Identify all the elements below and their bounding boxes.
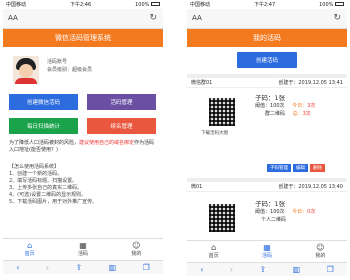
back-icon[interactable]: ‹ <box>16 263 19 272</box>
today-label: 今日： <box>292 103 308 109</box>
qr-card: 微01 创建于：2019.12.05 13:40 子码：1张 阈值：100次 今… <box>187 178 347 240</box>
battery-icon <box>150 1 160 6</box>
qr-name: 微信群01 <box>191 80 213 86</box>
text-size-button[interactable]: AA <box>192 14 202 22</box>
download-qr-link[interactable]: 下载活码大图 <box>201 130 228 136</box>
bottom-tab-bar: ⌂ 首页 ▦ 活码 ☺ 我的 <box>187 240 347 260</box>
domain-notice: 为了降低人口活码被封的风险，建议使用自己的域名绑定作为活码入口地址(能否使用？) <box>9 140 155 153</box>
instructions-title: 【怎么使用活码系统】 <box>9 164 60 170</box>
book-icon[interactable]: ▥ <box>293 265 301 274</box>
tab-qr[interactable]: ▦ 活码 <box>56 239 109 258</box>
member-level-label: 会员级别：超级会员 <box>47 67 93 73</box>
list-item: 5、下载活码图片，用于对外推广宣传。 <box>9 199 98 205</box>
tab-profile[interactable]: ☺ 我的 <box>110 239 163 258</box>
list-item: 1、创建一个新的活码。 <box>9 171 63 177</box>
battery-label: 100% <box>319 1 344 8</box>
tab-home[interactable]: ⌂ 首页 <box>3 239 56 258</box>
share-icon[interactable]: ⇪ <box>75 263 82 272</box>
qr-code-image <box>209 98 235 126</box>
edit-button[interactable]: 编辑 <box>293 164 308 172</box>
tab-home[interactable]: ⌂ 首页 <box>187 241 240 260</box>
page-title: 微信活码管理系统 <box>3 29 163 47</box>
right-phone-screen: 中国移动 下午2:47 100% AA ↻ 我的活码 创建活码 微信群01 创建… <box>187 0 347 280</box>
carrier-label: 中国移动 <box>6 2 27 8</box>
browser-address-bar[interactable]: AA ↻ <box>3 9 163 29</box>
avatar <box>13 56 39 84</box>
daily-stats-button[interactable]: 每日扫描统计 <box>9 118 78 134</box>
create-qr-button[interactable]: 创建活码 <box>237 52 297 68</box>
account-label: 活码账号 <box>47 59 68 65</box>
qr-icon: ▦ <box>79 240 87 250</box>
battery-label: 100% <box>135 1 160 8</box>
today-value: 3次 <box>307 103 316 109</box>
carrier-label: 中国移动 <box>190 2 211 8</box>
status-bar: 中国移动 下午2:46 100% <box>3 0 163 9</box>
qr-code-image <box>209 204 235 232</box>
tab-qr[interactable]: ▦ 活码 <box>240 241 293 260</box>
book-icon[interactable]: ▥ <box>109 263 117 272</box>
back-icon[interactable]: ‹ <box>200 265 203 274</box>
tabs-icon[interactable]: ❐ <box>327 265 334 274</box>
tab-profile[interactable]: ☺ 我的 <box>294 241 347 260</box>
qr-type: 群二维码 <box>265 111 286 117</box>
card-actions: 子码管理 编辑 删除 <box>267 164 325 172</box>
qr-type: 个人二维码 <box>261 217 287 223</box>
delete-button[interactable]: 删除 <box>310 164 325 172</box>
home-icon: ⌂ <box>211 242 217 252</box>
sub-count: 1张 <box>274 94 286 102</box>
qr-name: 微01 <box>191 184 203 190</box>
qr-stats: 子码：1张 阈值：100次 今日：0次 个人二维码 <box>255 200 316 223</box>
time-label: 下午2:46 <box>69 2 92 8</box>
left-phone-screen: 中国移动 下午2:46 100% AA ↻ 微信活码管理系统 活码账号 会员级别… <box>3 0 163 280</box>
qr-card: 微信群01 创建于：2019.12.05 13:41 下载活码大图 子码：1张 … <box>187 74 347 176</box>
list-item: 4、(可选)设置二维码的显示规则。 <box>9 192 87 198</box>
home-icon: ⌂ <box>27 240 33 250</box>
sub-qr-manage-button[interactable]: 子码管理 <box>267 164 291 172</box>
browser-nav-bar: ‹ › ⇪ ▥ ❐ <box>3 260 163 274</box>
user-icon: ☺ <box>316 242 325 252</box>
created-date: 创建于：2019.12.05 13:40 <box>278 184 343 190</box>
text-size-button[interactable]: AA <box>8 14 18 22</box>
qr-stats: 子码：1张 阈值：100次 今日：3次 群二维码 总：3次 <box>255 94 316 117</box>
sub-count: 1张 <box>274 200 286 208</box>
refresh-icon[interactable]: ↻ <box>149 13 157 23</box>
bottom-tab-bar: ⌂ 首页 ▦ 活码 ☺ 我的 <box>3 238 163 258</box>
profile-panel: 活码账号 会员级别：超级会员 <box>9 52 159 90</box>
forward-icon[interactable]: › <box>46 263 49 272</box>
user-icon: ☺ <box>132 240 141 250</box>
created-date: 创建于：2019.12.05 13:41 <box>278 80 343 86</box>
battery-icon <box>334 1 344 6</box>
browser-address-bar[interactable]: AA ↻ <box>187 9 347 29</box>
domain-link[interactable]: 建议使用自己的域名绑定 <box>79 140 134 146</box>
share-icon[interactable]: ⇪ <box>259 265 266 274</box>
manage-qr-button[interactable]: 活码管理 <box>87 94 156 110</box>
page-title: 我的活码 <box>187 29 347 47</box>
tabs-icon[interactable]: ❐ <box>143 263 150 272</box>
create-qr-button[interactable]: 创建微信活码 <box>9 94 78 110</box>
browser-nav-bar: ‹ › ⇪ ▥ ❐ <box>187 262 347 276</box>
time-label: 下午2:47 <box>253 2 276 8</box>
list-item: 3、上传多张自己的真实二维码。 <box>9 185 83 191</box>
list-item: 2、填写活码标题、扫描设置。 <box>9 178 78 184</box>
usage-instructions: 【怎么使用活码系统】 1、创建一个新的活码。 2、填写活码标题、扫描设置。 3、… <box>9 164 159 206</box>
renew-button[interactable]: 续名管理 <box>87 118 156 134</box>
forward-icon[interactable]: › <box>230 265 233 274</box>
status-bar: 中国移动 下午2:47 100% <box>187 0 347 9</box>
refresh-icon[interactable]: ↻ <box>333 13 341 23</box>
qr-icon: ▦ <box>263 242 271 252</box>
